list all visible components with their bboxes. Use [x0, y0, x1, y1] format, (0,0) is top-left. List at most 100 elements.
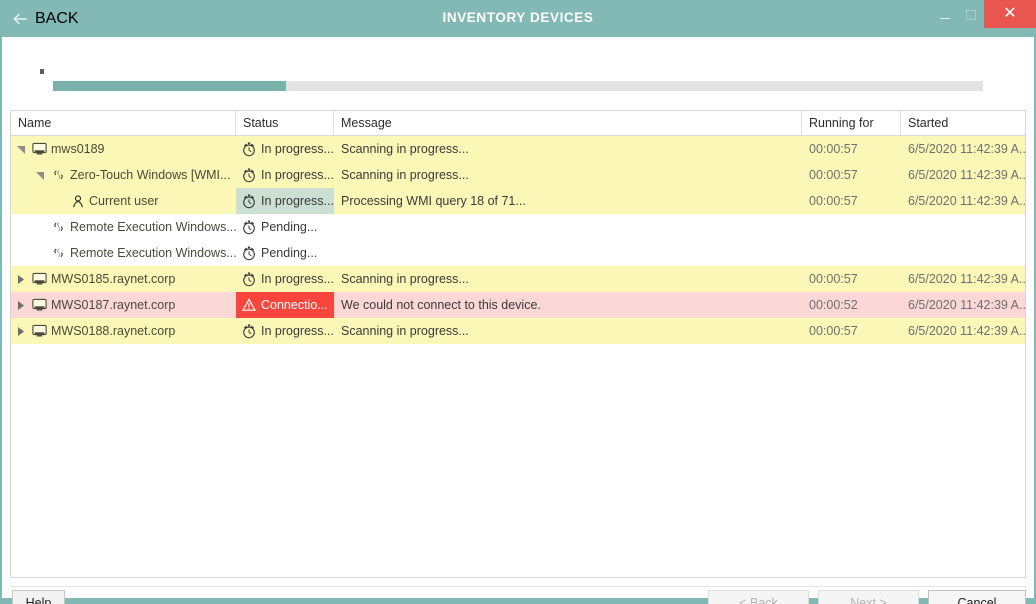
status-badge: In progress... [261, 272, 334, 286]
column-header-status[interactable]: Status [236, 111, 334, 135]
cell-name: MWS0187.raynet.corp [11, 292, 236, 318]
status-badge: In progress... [261, 142, 334, 156]
table-row[interactable]: MWS0188.raynet.corp In progress...Scannin… [11, 318, 1025, 344]
twisty-toggle[interactable] [11, 300, 30, 311]
cell-started [901, 240, 1025, 266]
cell-running-for [802, 214, 901, 240]
cell-running-for: 00:00:57 [802, 162, 901, 188]
cell-started: 6/5/2020 11:42:39 A... [901, 292, 1025, 318]
divider [10, 586, 1026, 587]
table-row[interactable]: MWS0185.raynet.corp In progress...Scannin… [11, 266, 1025, 292]
cell-status: In progress... [236, 318, 334, 344]
computer-monitor-icon [30, 142, 49, 156]
computer-monitor-icon [32, 272, 47, 286]
status-badge: In progress... [261, 324, 334, 338]
table-row[interactable]: mws0189 In progress...Scanning in progres… [11, 136, 1025, 162]
row-name-label: MWS0188.raynet.corp [49, 324, 175, 338]
cell-message [334, 240, 802, 266]
cell-message [334, 214, 802, 240]
grid-header-row: NameStatusMessageRunning forStarted [11, 111, 1025, 136]
table-row[interactable]: Zero-Touch Windows [WMI... In progress...… [11, 162, 1025, 188]
table-row[interactable]: Current user In progress...Processing WMI… [11, 188, 1025, 214]
cell-message: We could not connect to this device. [334, 292, 802, 318]
cell-status: In progress... [236, 162, 334, 188]
table-row[interactable]: Remote Execution Windows... Pending... [11, 214, 1025, 240]
twisty-toggle[interactable] [11, 326, 30, 337]
column-header-running[interactable]: Running for [802, 111, 901, 135]
cell-name: Zero-Touch Windows [WMI... [11, 162, 236, 188]
chevron-expanded-icon [35, 170, 45, 181]
action-bolt-icon [53, 221, 65, 234]
computer-monitor-icon [30, 272, 49, 286]
chevron-collapsed-icon [16, 274, 26, 285]
stopwatch-icon [241, 324, 256, 339]
chevron-collapsed-icon [16, 300, 26, 311]
row-name-label: mws0189 [49, 142, 105, 156]
cell-message: Scanning in progress... [334, 136, 802, 162]
computer-monitor-icon [32, 324, 47, 338]
column-header-message[interactable]: Message [334, 111, 802, 135]
status-badge: Connectio... [261, 298, 328, 312]
stopwatch-icon [242, 142, 256, 157]
chevron-collapsed-icon [16, 326, 26, 337]
cell-running-for: 00:00:52 [802, 292, 901, 318]
back-wizard-button[interactable]: < Back [708, 590, 809, 604]
maximize-icon[interactable] [958, 0, 984, 29]
column-header-name[interactable]: Name [11, 111, 236, 135]
cell-status: Pending... [236, 214, 334, 240]
cell-running-for: 00:00:57 [802, 136, 901, 162]
stopwatch-icon [241, 168, 256, 183]
column-header-started[interactable]: Started [901, 111, 1025, 135]
cell-name: Remote Execution Windows... [11, 214, 236, 240]
cell-started: 6/5/2020 11:42:39 A... [901, 162, 1025, 188]
status-badge: Pending... [261, 246, 317, 260]
action-bolt-icon [53, 169, 65, 182]
page-title: INVENTORY DEVICES [0, 10, 1036, 25]
status-badge: Pending... [261, 220, 317, 234]
help-button[interactable]: Help [12, 590, 65, 604]
close-icon[interactable]: ✕ [984, 0, 1036, 28]
dialog-client-area: NameStatusMessageRunning forStarted mws0… [2, 37, 1034, 598]
cell-status: In progress... [236, 266, 334, 292]
devices-tree-grid[interactable]: NameStatusMessageRunning forStarted mws0… [10, 110, 1026, 578]
row-name-label: Current user [87, 194, 158, 208]
cell-message: Scanning in progress... [334, 162, 802, 188]
cell-status: In progress... [236, 136, 334, 162]
stopwatch-icon [241, 142, 256, 157]
action-bolt-icon [49, 221, 68, 234]
action-bolt-icon [53, 247, 65, 260]
stopwatch-icon [242, 272, 256, 287]
table-row[interactable]: Remote Execution Windows... Pending... [11, 240, 1025, 266]
chevron-expanded-icon [16, 144, 26, 155]
stopwatch-icon [242, 246, 256, 261]
status-badge: In progress... [261, 194, 334, 208]
row-name-label: Zero-Touch Windows [WMI... [68, 168, 230, 182]
window-controls: ✕ [932, 0, 1036, 29]
title-bar: BACK INVENTORY DEVICES ✕ [0, 0, 1036, 37]
action-bolt-icon [49, 169, 68, 182]
row-name-label: Remote Execution Windows... [68, 246, 236, 260]
computer-monitor-icon [32, 142, 47, 156]
cancel-button[interactable]: Cancel [928, 590, 1026, 604]
row-name-label: Remote Execution Windows... [68, 220, 236, 234]
twisty-toggle[interactable] [11, 274, 30, 285]
table-row[interactable]: MWS0187.raynet.corp Connectio... We could … [11, 292, 1025, 318]
cell-status: Pending... [236, 240, 334, 266]
cell-started: 6/5/2020 11:42:39 A... [901, 188, 1025, 214]
cell-running-for [802, 240, 901, 266]
stopwatch-icon [242, 220, 256, 235]
dialog-button-row: Help < Back Next > Cancel [2, 590, 1034, 604]
cell-message: Processing WMI query 18 of 71... [334, 188, 802, 214]
user-icon [72, 195, 84, 208]
next-wizard-button[interactable]: Next > [818, 590, 919, 604]
cell-status: In progress... [236, 188, 334, 214]
minimize-icon[interactable] [932, 0, 958, 29]
twisty-toggle[interactable] [11, 144, 30, 155]
cell-message: Scanning in progress... [334, 318, 802, 344]
cell-name: Current user [11, 188, 236, 214]
cell-name: MWS0188.raynet.corp [11, 318, 236, 344]
cell-message: Scanning in progress... [334, 266, 802, 292]
twisty-toggle[interactable] [30, 170, 49, 181]
stopwatch-icon [242, 194, 256, 209]
cell-name: MWS0185.raynet.corp [11, 266, 236, 292]
